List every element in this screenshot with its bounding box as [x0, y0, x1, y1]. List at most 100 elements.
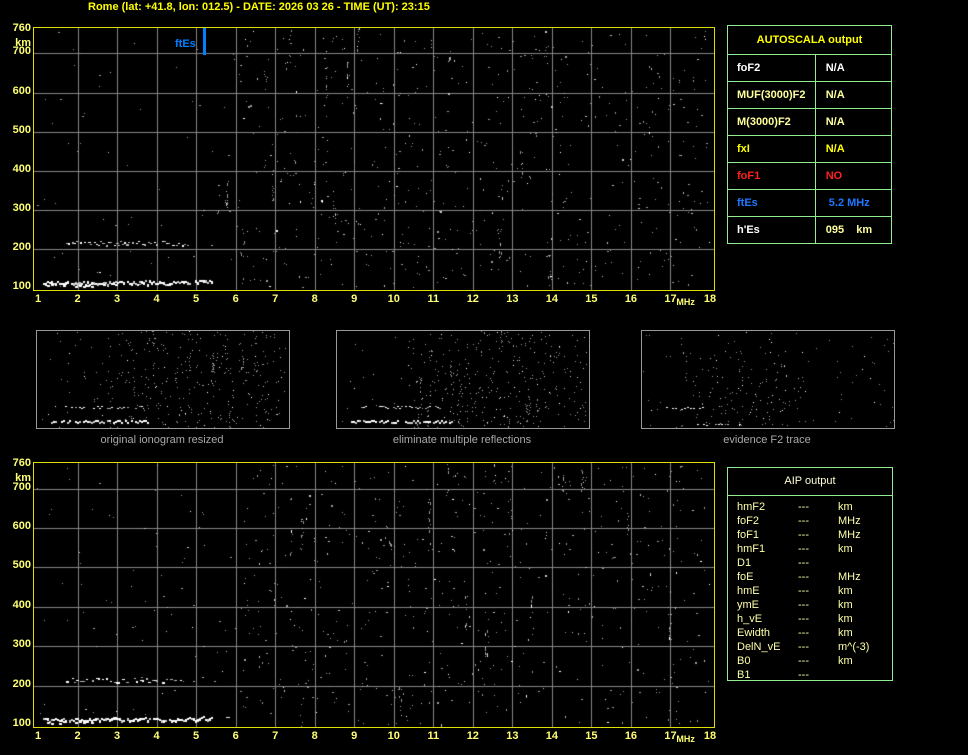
y-tick-label: 760: [12, 457, 31, 469]
aip-row: DelN_vE --- m^(-3): [728, 640, 892, 654]
autoscala-row: MUF(3000)F2 N/A: [727, 81, 893, 109]
x-tick-label: 13: [506, 730, 519, 742]
autoscala-param: M(3000)F2: [727, 108, 816, 136]
x-axis-unit: MHz: [676, 734, 695, 744]
aip-value: ---: [798, 515, 809, 527]
x-tick-label: 16: [624, 293, 638, 305]
aip-param: hmF2: [737, 501, 766, 513]
y-tick-label: 400: [12, 162, 31, 175]
y-tick-label: 300: [12, 638, 31, 651]
aip-value: ---: [798, 641, 809, 653]
aip-param: Ewidth: [737, 627, 771, 639]
aip-param: foF2: [737, 515, 760, 527]
x-tick-label: 3: [113, 730, 121, 742]
aip-value: ---: [798, 599, 809, 611]
x-tick-label: 2: [74, 293, 81, 305]
autoscala-param: ftEs: [727, 189, 816, 217]
aip-unit: km: [838, 543, 853, 555]
x-tick-label: 4: [153, 293, 160, 305]
ftes-marker-label: ftEs: [175, 38, 196, 50]
aip-unit: MHz: [838, 515, 861, 527]
aip-unit: [838, 668, 892, 682]
y-tick-label: 200: [12, 240, 31, 253]
aip-value: ---: [798, 613, 809, 625]
y-tick-label: 500: [12, 559, 31, 572]
x-tick-label: 11: [427, 293, 440, 305]
aip-param: foE: [737, 571, 754, 583]
x-axis-unit: MHz: [676, 297, 695, 307]
aip-row: D1 ---: [728, 556, 892, 570]
aip-table-body: hmF2 --- km foF2 --- MHz foF1 --- MHz hmF1 --- km D1…: [728, 496, 892, 682]
top-ionogram-plot: ftEs: [33, 27, 715, 291]
y-tick-label: 200: [12, 677, 31, 690]
autoscala-row: h'Es 095 km: [727, 216, 893, 244]
aip-unit: km: [838, 599, 853, 611]
aip-param: DelN_vE: [737, 641, 781, 653]
bottom-ionogram-canvas: [34, 463, 714, 727]
aip-row: B1 ---: [728, 668, 892, 682]
x-tick-label: 12: [466, 293, 479, 305]
aip-param: foF1: [737, 529, 760, 541]
thumbnail-original-ionogram: [36, 330, 290, 429]
y-axis-unit: km: [15, 472, 31, 484]
x-tick-label: 9: [351, 730, 358, 742]
aip-row: foF1 --- MHz: [728, 528, 892, 542]
aip-unit: m^(-3): [838, 641, 870, 653]
thumbnail-eliminate-reflections: [336, 330, 590, 429]
x-tick-label: 8: [311, 730, 318, 742]
aip-value: ---: [798, 585, 809, 597]
x-tick-label: 8: [311, 293, 318, 305]
autoscala-window: Rome (lat: +41.8, lon: 012.5) - DATE: 20…: [0, 0, 968, 755]
y-tick-label: 300: [12, 201, 31, 214]
aip-param: hmE: [737, 585, 760, 597]
y-tick-label: 500: [12, 123, 31, 136]
aip-unit: MHz: [838, 571, 861, 583]
aip-row: foF2 --- MHz: [728, 514, 892, 528]
autoscala-value: NO: [814, 162, 893, 190]
x-tick-label: 14: [545, 293, 558, 305]
autoscala-row: M(3000)F2 N/A: [727, 108, 893, 136]
y-axis-unit: km: [15, 37, 31, 49]
thumbnail-f2-trace: [641, 330, 895, 429]
aip-value: ---: [798, 543, 809, 555]
aip-unit: km: [838, 585, 853, 597]
x-tick-label: 6: [232, 293, 239, 305]
aip-value: ---: [798, 501, 809, 513]
aip-unit: [838, 556, 892, 570]
aip-row: B0 --- km: [728, 654, 892, 668]
aip-value: ---: [798, 669, 809, 681]
y-tick-label: 100: [12, 280, 31, 292]
aip-unit: km: [838, 613, 853, 625]
x-tick-label: 3: [113, 293, 121, 305]
aip-row: Ewidth --- km: [728, 626, 892, 640]
aip-row: foE --- MHz: [728, 570, 892, 584]
thumbnail-f2-canvas: [642, 331, 894, 428]
x-tick-label: 15: [585, 293, 598, 305]
x-tick-label: 18: [703, 730, 717, 742]
aip-row: hmE --- km: [728, 584, 892, 598]
autoscala-value: 5.2 MHz: [814, 189, 893, 217]
aip-row: ymE --- km: [728, 598, 892, 612]
x-tick-label: 6: [232, 730, 239, 742]
top-ionogram-canvas: [34, 28, 714, 290]
aip-unit: MHz: [838, 529, 861, 541]
aip-param: ymE: [737, 599, 759, 611]
x-tick-label: 5: [193, 293, 200, 305]
x-tick-label: 17: [664, 730, 677, 742]
aip-value: ---: [798, 627, 809, 639]
x-tick-label: 1: [34, 293, 42, 305]
thumbnail-original-canvas: [37, 331, 289, 428]
autoscala-row: foF2 N/A: [727, 54, 893, 82]
x-tick-label: 1: [34, 730, 42, 742]
autoscala-value: 095 km: [814, 216, 893, 244]
x-tick-label: 17: [664, 293, 677, 305]
x-tick-label: 10: [387, 293, 400, 305]
aip-param: D1: [737, 557, 752, 569]
aip-param: hmF1: [737, 543, 766, 555]
aip-param: B0: [737, 655, 751, 667]
autoscala-param: foF1: [727, 162, 816, 190]
aip-output-table: AIP output hmF2 --- km foF2 --- MHz foF1 --- MHz…: [727, 467, 893, 681]
aip-row: h_vE --- km: [728, 612, 892, 626]
autoscala-value: N/A: [814, 135, 893, 163]
aip-value: ---: [798, 529, 809, 541]
